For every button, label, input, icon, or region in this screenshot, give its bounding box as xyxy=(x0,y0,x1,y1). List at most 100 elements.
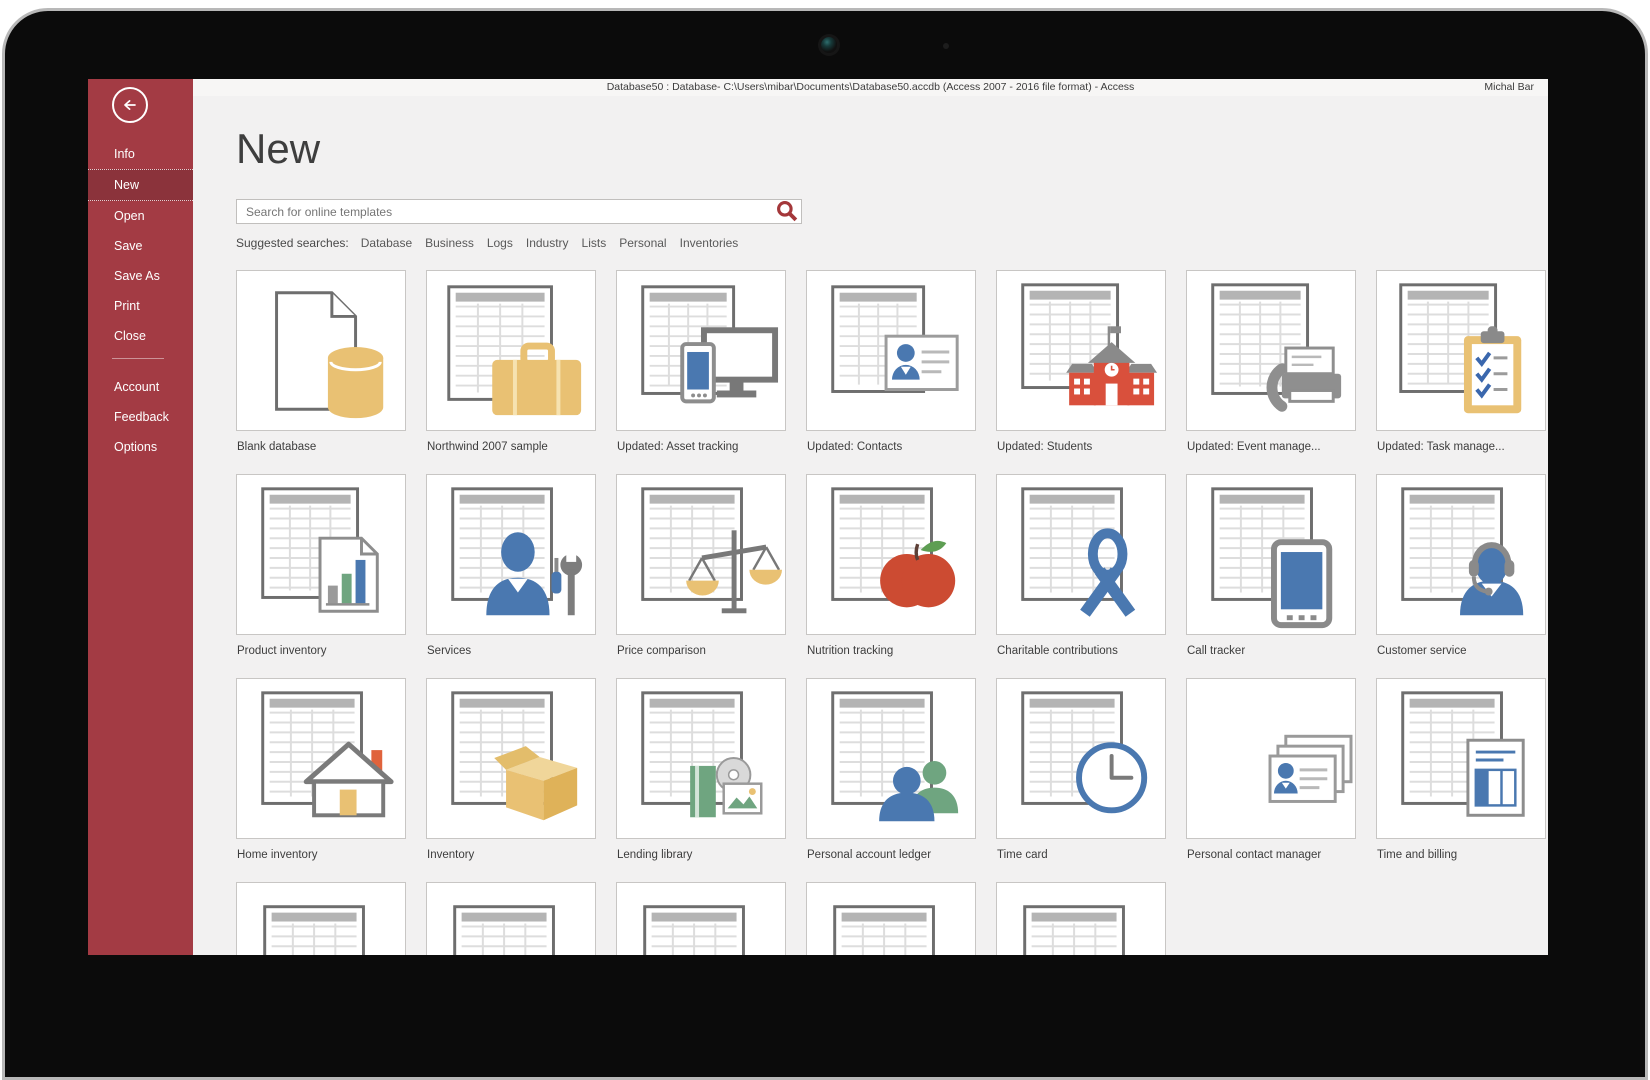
suggested-search-business[interactable]: Business xyxy=(425,236,474,250)
devices-datasheet-icon xyxy=(641,285,779,404)
blank-database-icon xyxy=(275,291,384,419)
template-tile-blank-database[interactable] xyxy=(236,270,406,431)
template-cell: Blank database xyxy=(236,270,406,453)
template-tile-updated-students[interactable] xyxy=(996,270,1166,431)
datasheet-icon xyxy=(453,905,555,955)
two-people-datasheet-icon xyxy=(831,691,959,822)
sidebar-item-save[interactable]: Save xyxy=(88,231,193,261)
template-tile-partial xyxy=(996,882,1166,955)
template-tile[interactable] xyxy=(806,882,976,955)
sidebar-item-print[interactable]: Print xyxy=(88,291,193,321)
template-cell: Northwind 2007 sample xyxy=(426,270,596,453)
template-cell: Price comparison xyxy=(616,474,786,657)
backstage-content: New Suggested searches: Database Business L… xyxy=(193,96,1548,955)
template-tile-charitable-contributions[interactable] xyxy=(996,474,1166,635)
sidebar-item-feedback[interactable]: Feedback xyxy=(88,402,193,432)
template-tile-personal-account-ledger[interactable] xyxy=(806,678,976,839)
template-label: Home inventory xyxy=(237,849,318,861)
template-tile-partial xyxy=(426,882,596,955)
template-label: Product inventory xyxy=(237,645,327,657)
template-tile-personal-contact-manager[interactable] xyxy=(1186,678,1356,839)
template-tile-inventory[interactable] xyxy=(426,678,596,839)
template-grid: Blank database Northwind 2007 sample Upd… xyxy=(236,270,1548,955)
template-label: Customer service xyxy=(1377,645,1467,657)
template-cell: Call tracker xyxy=(1186,474,1356,657)
sidebar-item-account[interactable]: Account xyxy=(88,372,193,402)
template-tile-home-inventory[interactable] xyxy=(236,678,406,839)
template-label: Updated: Task manage... xyxy=(1377,441,1505,453)
suggested-search-database[interactable]: Database xyxy=(361,236,412,250)
balance-scale-datasheet-icon xyxy=(641,487,782,614)
headset-person-datasheet-icon xyxy=(1401,487,1524,616)
backstage-sidebar: Info New Open Save Save As Print Close Account F… xyxy=(88,79,193,955)
template-label: Updated: Asset tracking xyxy=(617,441,739,453)
invoice-datasheet-icon xyxy=(1401,691,1525,817)
template-cell: Inventory xyxy=(426,678,596,861)
template-tile[interactable] xyxy=(616,882,786,955)
sidebar-item-new[interactable]: New xyxy=(88,169,193,201)
template-tile-call-tracker[interactable] xyxy=(1186,474,1356,635)
template-cell: Updated: Task manage... xyxy=(1376,270,1546,453)
apple-datasheet-icon xyxy=(831,487,956,608)
template-tile-partial xyxy=(806,882,976,955)
template-cell: Updated: Contacts xyxy=(806,270,976,453)
search-icon xyxy=(777,201,798,222)
template-cell: Personal account ledger xyxy=(806,678,976,861)
template-tile-price-comparison[interactable] xyxy=(616,474,786,635)
briefcase-datasheet-icon xyxy=(447,285,582,416)
template-label: Time card xyxy=(997,849,1048,861)
signed-in-user: Michal Bar xyxy=(1484,81,1534,93)
sidebar-item-save-as[interactable]: Save As xyxy=(88,261,193,291)
template-tile-product-inventory[interactable] xyxy=(236,474,406,635)
template-label: Call tracker xyxy=(1187,645,1246,657)
template-tile-time-and-billing[interactable] xyxy=(1376,678,1546,839)
sidebar-item-open[interactable]: Open xyxy=(88,201,193,231)
template-tile-partial xyxy=(616,882,786,955)
template-label: Personal account ledger xyxy=(807,849,932,861)
template-tile[interactable] xyxy=(426,882,596,955)
printer-datasheet-icon xyxy=(1211,283,1342,412)
search-button[interactable] xyxy=(775,201,799,222)
datasheet-icon xyxy=(1023,905,1125,955)
datasheet-icon xyxy=(263,905,365,955)
template-tile-customer-service[interactable] xyxy=(1376,474,1546,635)
template-tile-northwind-2007-sample[interactable] xyxy=(426,270,596,431)
sidebar-item-close[interactable]: Close xyxy=(88,321,193,351)
template-tile-services[interactable] xyxy=(426,474,596,635)
template-tile-lending-library[interactable] xyxy=(616,678,786,839)
template-cell: Lending library xyxy=(616,678,786,861)
template-tile-time-card[interactable] xyxy=(996,678,1166,839)
template-cell: Time and billing xyxy=(1376,678,1546,861)
sidebar-item-info[interactable]: Info xyxy=(88,139,193,169)
back-arrow-icon xyxy=(124,100,136,110)
suggested-search-personal[interactable]: Personal xyxy=(619,236,666,250)
sidebar-item-options[interactable]: Options xyxy=(88,432,193,462)
search-input[interactable] xyxy=(236,199,802,224)
template-search xyxy=(236,199,802,224)
title-bar: Database50 : Database- C:\Users\mibar\Do… xyxy=(193,79,1548,96)
template-tile-updated-contacts[interactable] xyxy=(806,270,976,431)
suggested-searches-label: Suggested searches: xyxy=(236,236,349,250)
template-label: Lending library xyxy=(617,849,693,861)
device-camera xyxy=(821,37,837,53)
template-tile-nutrition-tracking[interactable] xyxy=(806,474,976,635)
template-label: Services xyxy=(427,645,472,657)
card-stack-icon xyxy=(1268,734,1353,803)
template-label: Inventory xyxy=(427,849,475,861)
template-tile-updated-event-manage[interactable] xyxy=(1186,270,1356,431)
media-datasheet-icon xyxy=(641,691,763,818)
back-button[interactable] xyxy=(112,87,148,123)
app-window: Info New Open Save Save As Print Close Account F… xyxy=(88,79,1548,955)
suggested-search-logs[interactable]: Logs xyxy=(487,236,513,250)
suggested-search-inventories[interactable]: Inventories xyxy=(680,236,739,250)
ribbon-datasheet-icon xyxy=(1021,487,1136,617)
contact-card-datasheet-icon xyxy=(831,285,959,393)
template-label: Time and billing xyxy=(1377,849,1458,861)
template-tile[interactable] xyxy=(996,882,1166,955)
template-tile[interactable] xyxy=(236,882,406,955)
template-tile-updated-task-manage[interactable] xyxy=(1376,270,1546,431)
suggested-search-lists[interactable]: Lists xyxy=(582,236,607,250)
suggested-search-industry[interactable]: Industry xyxy=(526,236,569,250)
template-tile-updated-asset-tracking[interactable] xyxy=(616,270,786,431)
suggested-terms: Database Business Logs Industry Lists Persona… xyxy=(361,236,752,250)
